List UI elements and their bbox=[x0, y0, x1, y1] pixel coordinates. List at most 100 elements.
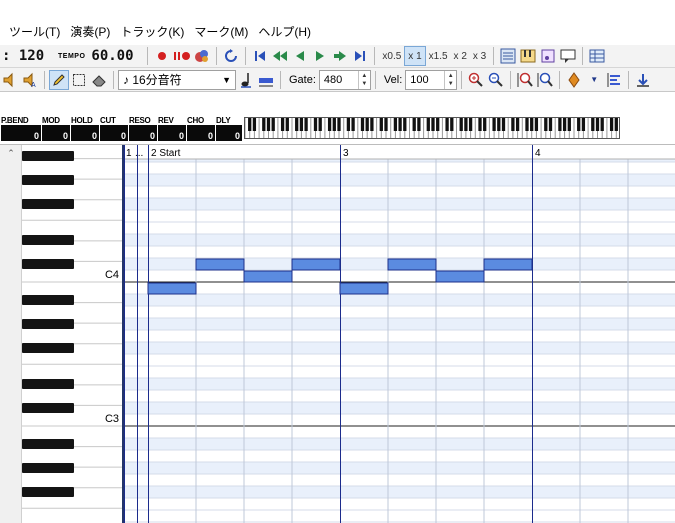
speed-x1-button[interactable]: x 1 bbox=[404, 46, 426, 66]
play-icon bbox=[311, 47, 329, 65]
mini-black-key bbox=[398, 118, 402, 131]
controller-reso[interactable]: RESO 0 bbox=[129, 116, 157, 142]
note-length-select[interactable]: ♪ 16分音符 ▼ bbox=[118, 69, 236, 90]
list-view-button[interactable] bbox=[498, 46, 518, 66]
select-tool-button[interactable] bbox=[69, 70, 89, 90]
mixer-button[interactable] bbox=[192, 46, 212, 66]
pitch-row bbox=[124, 438, 675, 450]
play-button[interactable] bbox=[310, 46, 330, 66]
comment-button[interactable] bbox=[558, 46, 578, 66]
mini-black-key bbox=[534, 118, 539, 131]
velocity-input[interactable]: 100 ▲ ▼ bbox=[405, 69, 458, 90]
speed-x0.5-button[interactable]: x0.5 bbox=[379, 46, 404, 66]
piano-keyboard[interactable]: C4 C3 bbox=[22, 145, 124, 523]
controller-value: 0 bbox=[207, 131, 213, 141]
speaker-mute-button[interactable]: A bbox=[20, 70, 40, 90]
import-button[interactable] bbox=[633, 70, 653, 90]
pencil-tool-button[interactable] bbox=[49, 69, 69, 90]
select-rect-icon bbox=[70, 71, 88, 89]
pencil-icon bbox=[50, 71, 68, 89]
mini-black-key bbox=[266, 118, 271, 131]
note-grid[interactable]: 1 ... 2 Start 3 4 bbox=[124, 145, 675, 523]
zoom-out-vertical-button[interactable] bbox=[535, 70, 555, 90]
instrument-button[interactable] bbox=[564, 70, 584, 90]
mixer-icon bbox=[193, 47, 211, 65]
tempo-readout[interactable]: 60.00 bbox=[91, 48, 143, 64]
controller-cut[interactable]: CUT 0 bbox=[100, 116, 128, 142]
step-forward-button[interactable] bbox=[330, 46, 350, 66]
note-block[interactable] bbox=[291, 258, 341, 271]
loop-button[interactable] bbox=[221, 46, 241, 66]
mini-black-key bbox=[299, 118, 304, 131]
piano-view-button[interactable] bbox=[518, 46, 538, 66]
menu-help[interactable]: ヘルプ(H) bbox=[253, 22, 316, 42]
controller-value: 0 bbox=[178, 131, 184, 141]
note-block[interactable] bbox=[339, 282, 389, 295]
black-key[interactable] bbox=[22, 295, 74, 305]
note-block[interactable] bbox=[195, 258, 245, 271]
zoom-in-icon bbox=[467, 71, 485, 89]
controller-rev[interactable]: REV 0 bbox=[158, 116, 186, 142]
zoom-out-horizontal-button[interactable] bbox=[486, 70, 506, 90]
separator bbox=[582, 47, 584, 65]
speaker-button[interactable] bbox=[0, 70, 20, 90]
grid-view-button[interactable] bbox=[587, 46, 607, 66]
black-key[interactable] bbox=[22, 259, 74, 269]
instrument-dropdown-button[interactable]: ▼ bbox=[584, 70, 604, 90]
menu-mark[interactable]: マーク(M) bbox=[189, 22, 253, 42]
dotted-note-button[interactable] bbox=[236, 70, 256, 90]
black-key[interactable] bbox=[22, 151, 74, 161]
black-key[interactable] bbox=[22, 487, 74, 497]
record-button[interactable] bbox=[152, 46, 172, 66]
speed-x1.5-button[interactable]: x1.5 bbox=[426, 46, 451, 66]
black-key[interactable] bbox=[22, 379, 74, 389]
note-block[interactable] bbox=[243, 270, 293, 283]
score-view-button[interactable] bbox=[538, 46, 558, 66]
black-key[interactable] bbox=[22, 235, 74, 245]
zoom-in-horizontal-button[interactable] bbox=[466, 70, 486, 90]
rewind-button[interactable] bbox=[270, 46, 290, 66]
vertical-scrollbar[interactable]: ⌃ bbox=[0, 145, 22, 523]
menu-track[interactable]: トラック(K) bbox=[115, 22, 189, 42]
event-list-button[interactable] bbox=[604, 70, 624, 90]
step-back-button[interactable] bbox=[290, 46, 310, 66]
pause-record-button[interactable] bbox=[172, 46, 192, 66]
gate-spinner[interactable]: ▲ ▼ bbox=[357, 70, 370, 89]
speed-x3-button[interactable]: x 3 bbox=[470, 46, 489, 66]
black-key[interactable] bbox=[22, 439, 74, 449]
step-forward-icon bbox=[331, 47, 349, 65]
black-key[interactable] bbox=[22, 319, 74, 329]
velocity-spinner[interactable]: ▲ ▼ bbox=[444, 70, 456, 89]
note-block[interactable] bbox=[147, 282, 197, 295]
menu-tools[interactable]: ツール(T) bbox=[0, 22, 65, 42]
note-block[interactable] bbox=[435, 270, 485, 283]
go-to-start-button[interactable] bbox=[250, 46, 270, 66]
octave-label-c3: C3 bbox=[105, 413, 119, 425]
mini-black-key bbox=[600, 118, 604, 131]
note-block[interactable] bbox=[387, 258, 437, 271]
mini-black-key bbox=[365, 118, 369, 131]
black-key[interactable] bbox=[22, 199, 74, 209]
speed-x2-button[interactable]: x 2 bbox=[451, 46, 470, 66]
tuplet-button[interactable] bbox=[256, 70, 276, 90]
controller-pbend[interactable]: P.BEND 0 bbox=[1, 116, 41, 142]
note-block[interactable] bbox=[483, 258, 533, 271]
mini-black-key bbox=[450, 118, 454, 131]
step-back-icon bbox=[291, 47, 309, 65]
go-to-end-button[interactable] bbox=[350, 46, 370, 66]
eraser-tool-button[interactable] bbox=[89, 70, 109, 90]
controller-dly[interactable]: DLY 0 bbox=[216, 116, 242, 142]
gate-input[interactable]: 480 ▲ ▼ bbox=[318, 69, 371, 90]
controller-hold[interactable]: HOLD 0 bbox=[71, 116, 99, 142]
scroll-up-icon[interactable]: ⌃ bbox=[0, 145, 22, 161]
spin-down-icon: ▼ bbox=[447, 80, 454, 87]
controller-cho[interactable]: CHO 0 bbox=[187, 116, 215, 142]
black-key[interactable] bbox=[22, 343, 74, 353]
menu-play[interactable]: 演奏(P) bbox=[65, 22, 115, 42]
zoom-in-vertical-button[interactable] bbox=[515, 70, 535, 90]
black-key[interactable] bbox=[22, 463, 74, 473]
black-key[interactable] bbox=[22, 403, 74, 413]
black-key[interactable] bbox=[22, 175, 74, 185]
controller-mod[interactable]: MOD 0 bbox=[42, 116, 70, 142]
mini-keyboard[interactable] bbox=[244, 117, 620, 139]
